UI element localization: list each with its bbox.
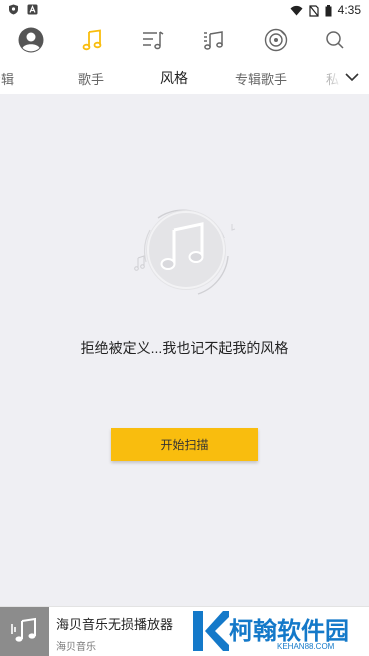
search-icon[interactable] — [322, 27, 348, 53]
empty-message: 拒绝被定义...我也记不起我的风格 — [80, 340, 289, 356]
mini-player[interactable]: 海贝音乐无损播放器 海贝音乐 柯翰软件园 KEHAN88.COM — [0, 606, 369, 656]
watermark-url: KEHAN88.COM — [277, 642, 335, 651]
playlist-icon[interactable] — [140, 27, 166, 53]
album-cover[interactable] — [0, 607, 49, 656]
music-disc-icon — [128, 194, 240, 306]
tab-genre[interactable]: 风格 — [160, 68, 188, 88]
music-note-icon — [9, 614, 41, 651]
tab-album[interactable]: 专辑 — [0, 69, 14, 88]
song-title[interactable]: 海贝音乐无损播放器 — [56, 614, 173, 633]
disc-radio-icon[interactable] — [263, 27, 289, 53]
watermark-logo — [189, 609, 229, 653]
avatar-icon[interactable] — [18, 27, 44, 53]
top-nav — [0, 20, 369, 60]
song-artist: 海贝音乐 — [56, 642, 96, 653]
a-box-icon — [27, 4, 38, 15]
watermark: 柯翰软件园 KEHAN88.COM — [189, 609, 365, 655]
shield-icon — [8, 4, 19, 15]
tab-artist[interactable]: 歌手 — [78, 69, 104, 88]
tab-fade — [313, 60, 343, 94]
genre-content: 拒绝被定义...我也记不起我的风格 开始扫描 — [0, 94, 369, 606]
chevron-down-icon[interactable] — [343, 68, 361, 86]
tab-album-artist[interactable]: 专辑歌手 — [235, 69, 287, 88]
status-time: 4:35 — [337, 3, 361, 17]
watermark-name: 柯翰软件园 — [229, 618, 349, 645]
start-scan-button[interactable]: 开始扫描 — [111, 428, 258, 461]
wifi-icon — [290, 5, 303, 16]
music-note-icon[interactable] — [79, 27, 105, 53]
battery-icon — [325, 4, 332, 16]
category-tabs: 专辑 歌手 风格 专辑歌手 私 — [0, 60, 369, 94]
music-list-icon[interactable] — [201, 27, 227, 53]
no-sim-icon — [309, 4, 319, 17]
status-bar: 4:35 — [0, 0, 369, 20]
